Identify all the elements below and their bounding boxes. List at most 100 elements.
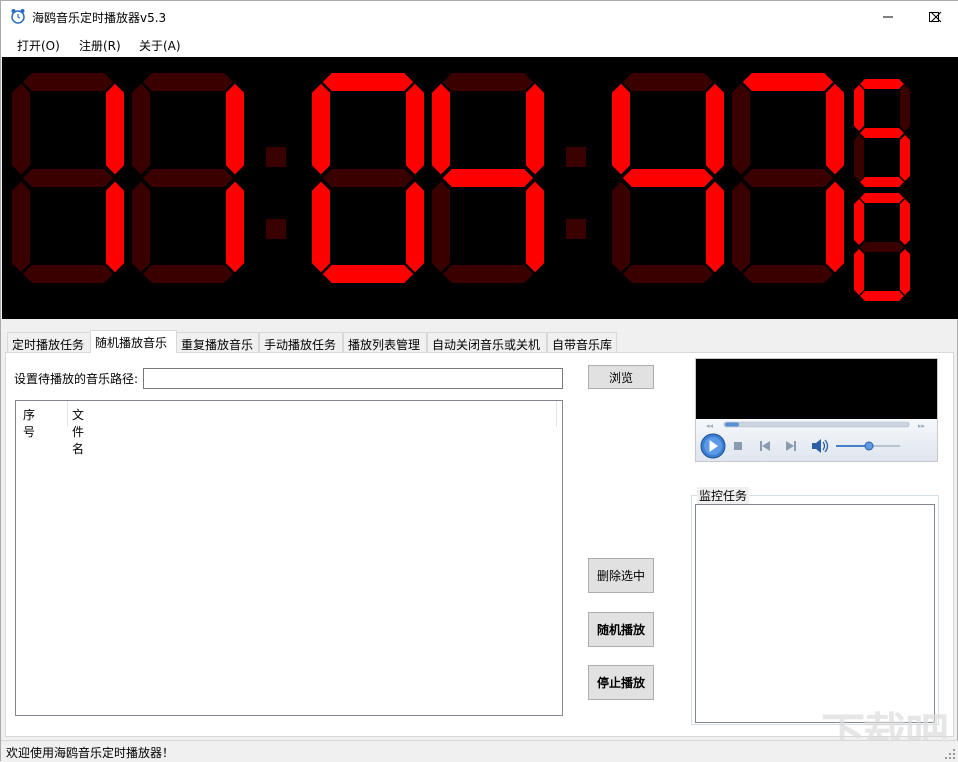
clock-small-lower-digit-segment-e	[854, 249, 864, 295]
clock-minute-tens-digit-segment-b	[406, 84, 424, 175]
music-path-input[interactable]	[143, 368, 563, 389]
svg-text:◂◂: ◂◂	[706, 422, 714, 430]
clock-small-upper-digit-segment-a	[860, 79, 904, 89]
clock-hour-tens-digit	[12, 73, 124, 283]
clock-small-lower-digit-segment-a	[860, 193, 904, 203]
column-filename[interactable]: 文件名	[72, 406, 84, 457]
clock-second-ones-digit-segment-d	[743, 265, 833, 283]
clock-hour-ones-digit	[132, 73, 244, 283]
seek-bar[interactable]	[724, 422, 909, 427]
stop-icon[interactable]	[734, 442, 742, 450]
menu-register[interactable]: 注册(R)	[79, 37, 121, 54]
clock-small-upper-digit-segment-c	[900, 135, 910, 181]
clock-hour-ones-digit-segment-c	[226, 182, 244, 273]
random-play-button[interactable]: 随机播放	[588, 612, 654, 647]
column-divider	[67, 401, 68, 427]
clock-small-lower-digit-segment-d	[860, 291, 904, 301]
clock-small-lower-digit-segment-f	[854, 199, 864, 245]
clock-second-ones-digit-segment-a	[743, 73, 833, 91]
clock-hour-tens-digit-segment-e	[12, 182, 30, 273]
clock-second-tens-digit-segment-g	[623, 169, 713, 187]
clock-minute-tens-digit-segment-f	[312, 84, 330, 175]
tab-auto-shutdown[interactable]: 自动关闭音乐或关机	[427, 332, 547, 352]
tab-playlist-manage[interactable]: 播放列表管理	[343, 332, 427, 352]
column-divider	[556, 401, 557, 427]
clock-second-ones-digit-segment-g	[743, 169, 833, 187]
clock-hour-tens-digit-segment-b	[106, 84, 124, 175]
clock-minute-ones-digit	[432, 73, 544, 283]
clock-second-tens-digit-segment-d	[623, 265, 713, 283]
clock-second-ones-digit-segment-b	[826, 84, 844, 175]
clock-small-lower-digit	[854, 193, 910, 301]
clock-minute-tens-digit-segment-a	[323, 73, 413, 91]
status-text: 欢迎使用海鸥音乐定时播放器！	[6, 744, 174, 761]
clock-minute-tens-digit-segment-c	[406, 182, 424, 273]
clock-second-ones-digit-segment-c	[826, 182, 844, 273]
minimize-icon	[882, 11, 894, 23]
svg-text:▸▸: ▸▸	[918, 422, 926, 430]
clock-second-tens-digit-segment-b	[706, 84, 724, 175]
volume-thumb[interactable]	[865, 442, 873, 450]
minimize-button[interactable]	[865, 1, 911, 32]
next-icon[interactable]	[786, 441, 796, 451]
clock-small-lower-digit-segment-g	[860, 242, 904, 252]
clock-hour-tens-digit-segment-f	[12, 84, 30, 175]
clock-minute-ones-digit-segment-e	[432, 182, 450, 273]
status-bar: 欢迎使用海鸥音乐定时播放器！	[1, 740, 958, 762]
clock-minute-ones-digit-segment-g	[443, 169, 533, 187]
monitor-label: 监控任务	[697, 487, 749, 504]
alarm-clock-icon	[10, 8, 26, 24]
stop-play-button[interactable]: 停止播放	[588, 665, 654, 700]
clock-small-lower-digit-segment-c	[900, 249, 910, 295]
menu-about[interactable]: 关于(A)	[139, 37, 181, 54]
tab-repeat-play[interactable]: 重复播放音乐	[176, 332, 259, 352]
clock-second-tens-digit-segment-a	[623, 73, 713, 91]
clock-hour-tens-digit-segment-d	[23, 265, 113, 283]
play-icon[interactable]	[701, 434, 725, 458]
clock-second-ones-digit	[732, 73, 844, 283]
close-icon	[930, 11, 942, 23]
seek-thumb[interactable]	[725, 423, 739, 427]
player-video-area	[696, 359, 937, 419]
resize-grip-icon[interactable]	[945, 749, 955, 759]
music-file-list[interactable]: 序号 文件名	[15, 400, 563, 716]
clock-minute-tens-digit-segment-g	[323, 169, 413, 187]
clock-hour-tens-digit-segment-a	[23, 73, 113, 91]
browse-button[interactable]: 浏览	[588, 365, 654, 389]
clock-minute-ones-digit-segment-b	[526, 84, 544, 175]
clock-colon-2-dot	[566, 147, 586, 167]
clock-second-ones-digit-segment-e	[732, 182, 750, 273]
clock-second-tens-digit-segment-f	[612, 84, 630, 175]
clock-hour-ones-digit-segment-g	[143, 169, 233, 187]
clock-hour-tens-digit-segment-c	[106, 182, 124, 273]
clock-hour-tens-digit-segment-g	[23, 169, 113, 187]
led-clock-svg	[2, 57, 958, 319]
tab-manual-play[interactable]: 手动播放任务	[259, 332, 343, 352]
clock-small-upper-digit-segment-d	[860, 177, 904, 187]
clock-hour-ones-digit-segment-d	[143, 265, 233, 283]
clock-hour-ones-digit-segment-e	[132, 182, 150, 273]
tab-random-play[interactable]: 随机播放音乐	[90, 330, 177, 353]
column-index[interactable]: 序号	[23, 406, 35, 440]
previous-icon[interactable]	[760, 441, 770, 451]
player-controls-svg: ◂◂ ▸▸	[696, 419, 937, 461]
monitor-task-list[interactable]	[695, 504, 935, 723]
media-player: ◂◂ ▸▸	[695, 358, 938, 462]
clock-small-upper-digit-segment-b	[900, 85, 910, 131]
clock-minute-ones-digit-segment-d	[443, 265, 533, 283]
clock-small-upper-digit	[854, 79, 910, 187]
clock-second-ones-digit-segment-f	[732, 84, 750, 175]
clock-second-tens-digit-segment-e	[612, 182, 630, 273]
tab-scheduled-play[interactable]: 定时播放任务	[7, 332, 91, 352]
close-button[interactable]	[913, 1, 958, 32]
delete-selected-button[interactable]: 删除选中	[588, 558, 654, 593]
volume-icon[interactable]	[812, 439, 828, 453]
music-path-label: 设置待播放的音乐路径:	[14, 370, 138, 387]
app-window: 海鸥音乐定时播放器v5.3 打开(O) 注册(R) 关于(A) 定时播放任务 随…	[0, 0, 958, 761]
clock-minute-ones-digit-segment-a	[443, 73, 533, 91]
menu-open[interactable]: 打开(O)	[17, 37, 60, 54]
tab-music-library[interactable]: 自带音乐库	[547, 332, 617, 352]
menu-bar: 打开(O) 注册(R) 关于(A)	[1, 32, 958, 57]
clock-small-lower-digit-segment-b	[900, 199, 910, 245]
clock-minute-ones-digit-segment-c	[526, 182, 544, 273]
